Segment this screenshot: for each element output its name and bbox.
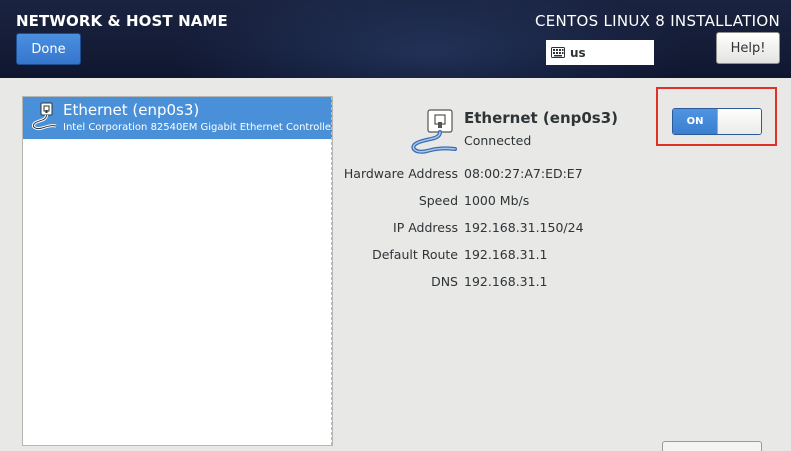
- ip-address-label: IP Address: [393, 220, 458, 235]
- switch-on-label: ON: [673, 109, 717, 134]
- ip-address-value: 192.168.31.150/24: [464, 220, 584, 235]
- ethernet-cable-icon: [411, 109, 457, 154]
- ethernet-cable-icon: [31, 102, 57, 130]
- done-button[interactable]: Done: [16, 33, 81, 65]
- default-route-label: Default Route: [372, 247, 458, 262]
- configure-button[interactable]: [662, 441, 762, 451]
- network-device-list[interactable]: Ethernet (enp0s3) Intel Corporation 8254…: [22, 96, 333, 446]
- speed-label: Speed: [418, 193, 458, 208]
- connection-toggle-switch[interactable]: ON: [672, 108, 762, 135]
- default-route-value: 192.168.31.1: [464, 247, 548, 262]
- hardware-address-value: 08:00:27:A7:ED:E7: [464, 166, 583, 181]
- keyboard-layout-label: us: [570, 45, 586, 60]
- dns-value: 192.168.31.1: [464, 274, 548, 289]
- header-bar: NETWORK & HOST NAME Done CENTOS LINUX 8 …: [0, 0, 791, 78]
- speed-value: 1000 Mb/s: [464, 193, 530, 208]
- device-detail-name: Ethernet (enp0s3): [464, 109, 619, 127]
- device-description: Intel Corporation 82540EM Gigabit Ethern…: [63, 122, 333, 133]
- keyboard-icon: [551, 47, 565, 58]
- product-title: CENTOS LINUX 8 INSTALLATION: [534, 12, 780, 30]
- device-name: Ethernet (enp0s3): [63, 101, 200, 119]
- page-title: NETWORK & HOST NAME: [16, 12, 228, 30]
- dns-label: DNS: [431, 274, 458, 289]
- hardware-address-label: Hardware Address: [343, 166, 458, 181]
- switch-handle[interactable]: [717, 109, 761, 134]
- keyboard-layout-indicator[interactable]: us: [546, 40, 654, 65]
- device-list-item[interactable]: Ethernet (enp0s3) Intel Corporation 8254…: [23, 97, 333, 139]
- help-button[interactable]: Help!: [716, 32, 780, 64]
- connection-status: Connected: [464, 133, 532, 148]
